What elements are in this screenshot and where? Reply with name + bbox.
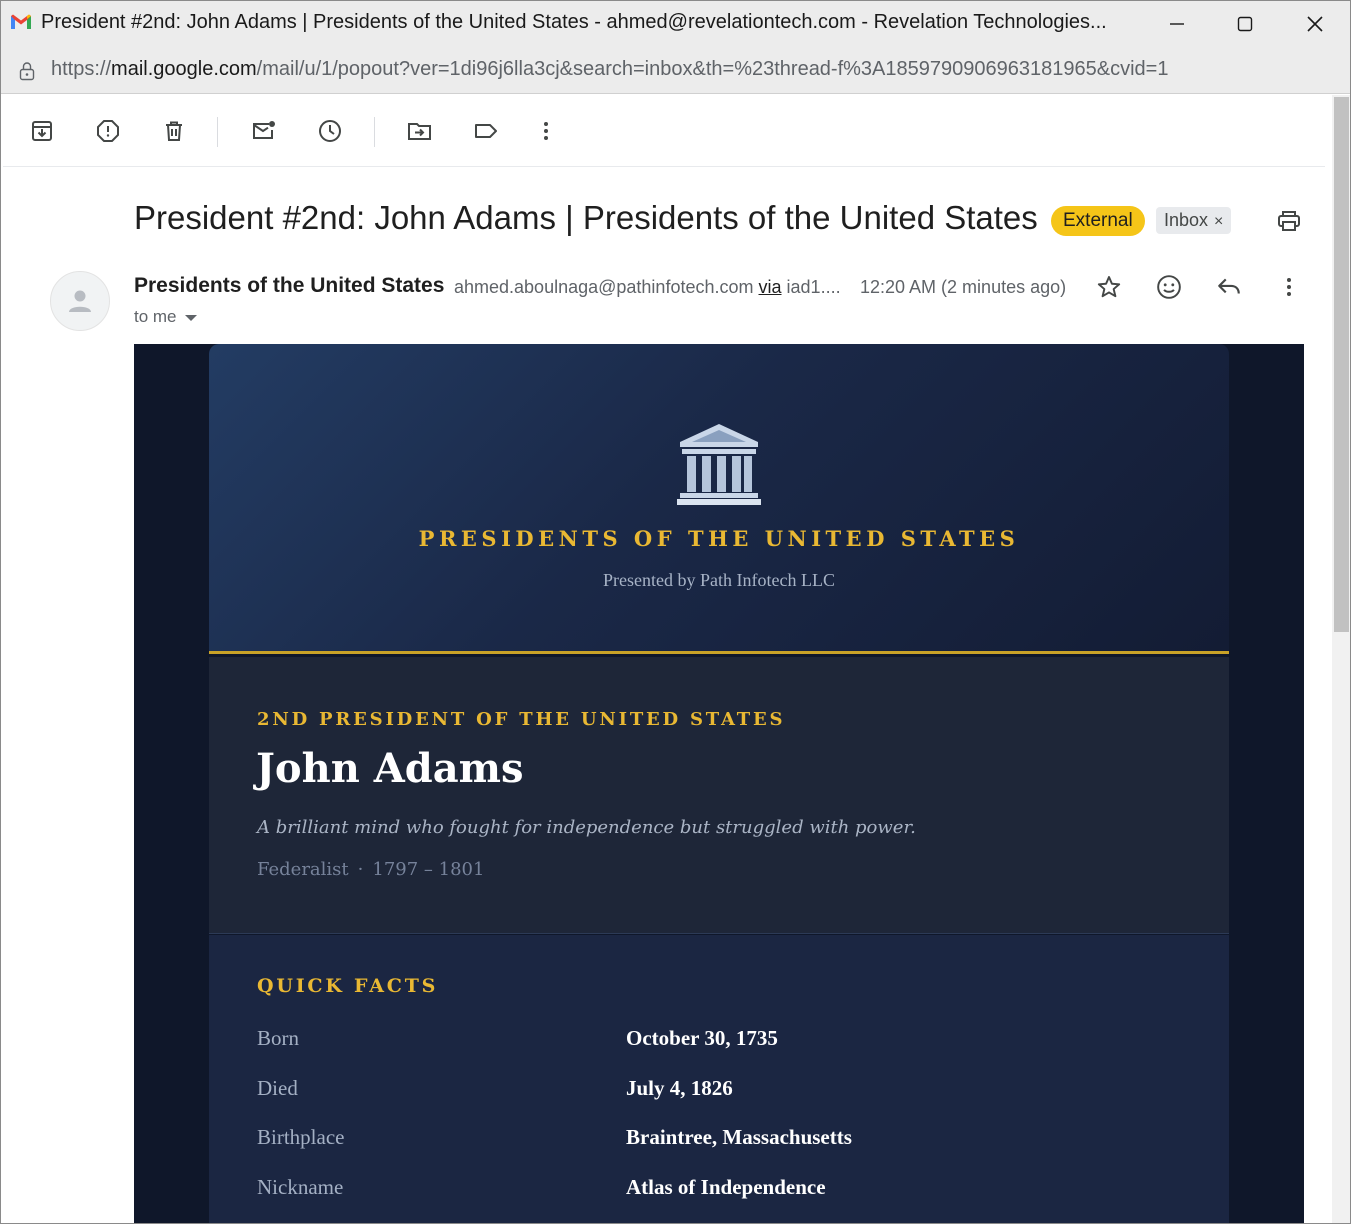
mark-unread-icon	[253, 121, 275, 139]
fact-label: Nickname	[257, 1175, 344, 1199]
mark-unread-button[interactable]	[246, 113, 282, 149]
title-bar: President #2nd: John Adams | Presidents …	[1, 1, 1350, 47]
newsletter-card: PRESIDENTS OF THE UNITED STATES Presente…	[209, 344, 1229, 1223]
newsletter-header: PRESIDENTS OF THE UNITED STATES Presente…	[209, 344, 1229, 654]
toolbar-divider	[374, 117, 375, 147]
quick-facts-title: QUICK FACTS	[257, 975, 439, 997]
close-button[interactable]	[1281, 1, 1349, 47]
newsletter-title: PRESIDENTS OF THE UNITED STATES	[418, 526, 1020, 551]
fact-value: Atlas of Independence	[626, 1175, 826, 1199]
recipient-details-toggle[interactable]: to me	[134, 307, 197, 327]
delete-button[interactable]	[156, 113, 192, 149]
president-identity: 2ND PRESIDENT OF THE UNITED STATES John …	[209, 657, 1229, 934]
fact-row: Birthplace Braintree, Massachusetts	[257, 1125, 1197, 1155]
sender-name[interactable]: Presidents of the United States	[134, 274, 444, 298]
fact-label: Died	[257, 1076, 298, 1100]
print-icon	[1278, 211, 1300, 231]
fact-row: Died July 4, 1826	[257, 1076, 1197, 1106]
reply-button[interactable]	[1211, 269, 1247, 305]
term-years: 1797 – 1801	[372, 859, 485, 880]
report-spam-button[interactable]	[90, 113, 126, 149]
label-icon	[475, 124, 497, 138]
president-tagline: A brilliant mind who fought for independ…	[257, 817, 916, 838]
message-more-button[interactable]	[1271, 269, 1307, 305]
archive-button[interactable]	[24, 113, 60, 149]
inbox-label-text: Inbox	[1164, 210, 1209, 230]
move-to-icon	[408, 123, 431, 140]
fact-row: Born October 30, 1735	[257, 1026, 1197, 1056]
president-ordinal: 2ND PRESIDENT OF THE UNITED STATES	[257, 709, 786, 730]
person-icon	[69, 290, 91, 312]
star-icon	[1097, 276, 1121, 298]
label-button[interactable]	[468, 113, 504, 149]
external-badge: External	[1051, 206, 1145, 236]
toolbar-divider	[217, 117, 218, 147]
recipient-text: to me	[134, 307, 177, 326]
maximize-icon	[1237, 16, 1253, 32]
gmail-popout-window: President #2nd: John Adams | Presidents …	[0, 0, 1351, 1224]
delete-icon	[166, 121, 182, 141]
message-time: 12:20 AM (2 minutes ago)	[860, 277, 1067, 297]
print-all-button[interactable]	[1271, 203, 1307, 239]
add-reaction-button[interactable]	[1151, 269, 1187, 305]
sender-avatar[interactable]	[50, 271, 110, 331]
presented-by: Presented by Path Infotech LLC	[603, 570, 835, 590]
window-title: President #2nd: John Adams | Presidents …	[41, 11, 1107, 33]
email-body: PRESIDENTS OF THE UNITED STATES Presente…	[134, 344, 1304, 1223]
move-to-button[interactable]	[402, 113, 438, 149]
url-scheme: https://	[51, 58, 112, 80]
report-spam-icon	[97, 120, 119, 142]
remove-label-button[interactable]: ×	[1214, 213, 1223, 230]
via-host: iad1....	[786, 277, 841, 297]
chevron-down-icon[interactable]	[184, 314, 197, 321]
snooze-icon	[319, 120, 341, 142]
party: Federalist	[257, 859, 349, 880]
close-icon	[1307, 16, 1323, 32]
star-button[interactable]	[1091, 269, 1127, 305]
more-vert-icon	[544, 122, 548, 140]
president-name: John Adams	[256, 745, 524, 792]
address-bar[interactable]: https://mail.google.com/mail/u/1/popout?…	[1, 47, 1350, 94]
fact-label: Birthplace	[257, 1125, 345, 1149]
message-toolbar	[3, 95, 1325, 167]
separator-dot: ·	[357, 859, 364, 880]
minimize-icon	[1170, 23, 1184, 25]
more-options-button[interactable]	[528, 113, 564, 149]
fact-value: Braintree, Massachusetts	[626, 1125, 852, 1149]
url-path: /mail/u/1/popout?ver=1di96j6lla3cj&searc…	[256, 58, 1169, 80]
lock-icon[interactable]	[17, 61, 37, 81]
reply-icon	[1218, 278, 1240, 294]
fact-value: July 4, 1826	[626, 1076, 733, 1100]
fact-row: Nickname Atlas of Independence	[257, 1175, 1197, 1205]
sender-email: ahmed.aboulnaga@pathinfotech.com via iad…	[454, 277, 841, 298]
email-subject: President #2nd: John Adams | Presidents …	[134, 199, 1038, 236]
scrollbar-thumb[interactable]	[1334, 97, 1349, 632]
archive-icon	[32, 121, 52, 141]
fact-value: October 30, 1735	[626, 1026, 778, 1050]
party-term: Federalist · 1797 – 1801	[257, 859, 484, 880]
emoji-icon	[1157, 275, 1181, 299]
classical-building-icon	[677, 424, 761, 505]
via-link[interactable]: via	[759, 277, 782, 297]
more-vert-icon	[1287, 278, 1291, 296]
snooze-button[interactable]	[312, 113, 348, 149]
gmail-logo-icon	[11, 14, 31, 29]
fact-label: Born	[257, 1026, 299, 1050]
quick-facts-section: QUICK FACTS Born October 30, 1735 Died J…	[209, 935, 1229, 1223]
url-text[interactable]: https://mail.google.com/mail/u/1/popout?…	[51, 58, 1168, 81]
sender-email-address: ahmed.aboulnaga@pathinfotech.com	[454, 277, 754, 297]
maximize-button[interactable]	[1211, 1, 1279, 47]
inbox-label-chip[interactable]: Inbox ×	[1156, 207, 1232, 234]
minimize-button[interactable]	[1143, 1, 1211, 47]
url-host: mail.google.com	[111, 58, 257, 80]
